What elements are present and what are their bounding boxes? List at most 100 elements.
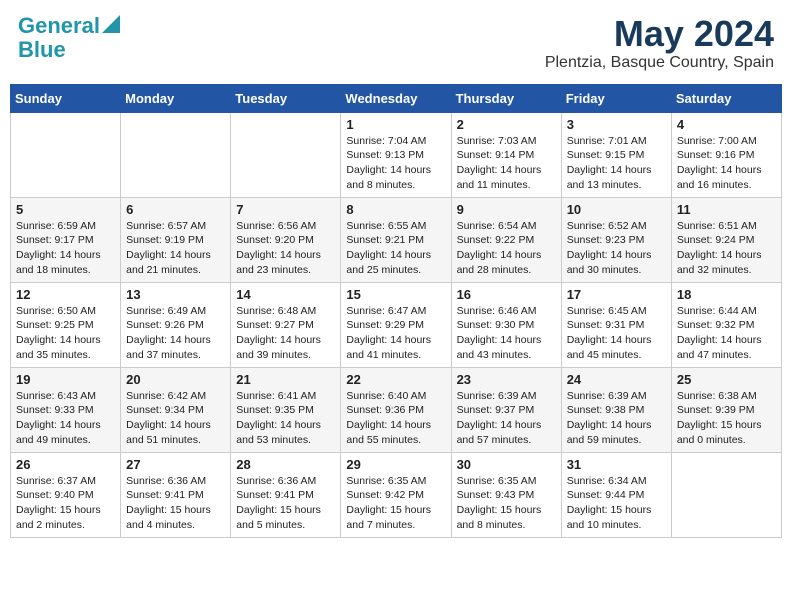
cell-info: Sunrise: 7:03 AMSunset: 9:14 PMDaylight:… [457,134,556,193]
calendar-cell [121,112,231,197]
calendar-cell: 17 Sunrise: 6:45 AMSunset: 9:31 PMDayligh… [561,282,671,367]
day-number: 15 [346,287,445,302]
cell-info: Sunrise: 6:43 AMSunset: 9:33 PMDaylight:… [16,389,115,448]
day-number: 17 [567,287,666,302]
logo-icon [102,15,120,33]
cell-info: Sunrise: 6:36 AMSunset: 9:41 PMDaylight:… [236,474,335,533]
cell-info: Sunrise: 6:35 AMSunset: 9:42 PMDaylight:… [346,474,445,533]
calendar-week-row: 12Sunrise: 6:50 AMSunset: 9:25 PMDayligh… [11,282,782,367]
calendar-cell: 27 Sunrise: 6:36 AMSunset: 9:41 PMDayligh… [121,452,231,537]
calendar-header-row: SundayMondayTuesdayWednesdayThursdayFrid… [11,84,782,112]
cell-info: Sunrise: 6:48 AMSunset: 9:27 PMDaylight:… [236,304,335,363]
calendar-cell: 12Sunrise: 6:50 AMSunset: 9:25 PMDayligh… [11,282,121,367]
cell-info: Sunrise: 6:49 AMSunset: 9:26 PMDaylight:… [126,304,225,363]
calendar-cell: 29 Sunrise: 6:35 AMSunset: 9:42 PMDayligh… [341,452,451,537]
cell-info: Sunrise: 6:47 AMSunset: 9:29 PMDaylight:… [346,304,445,363]
cell-info: Sunrise: 6:39 AMSunset: 9:38 PMDaylight:… [567,389,666,448]
cell-info: Sunrise: 7:01 AMSunset: 9:15 PMDaylight:… [567,134,666,193]
calendar-cell [671,452,781,537]
day-number: 23 [457,372,556,387]
cell-info: Sunrise: 6:35 AMSunset: 9:43 PMDaylight:… [457,474,556,533]
cell-info: Sunrise: 6:36 AMSunset: 9:41 PMDaylight:… [126,474,225,533]
day-number: 27 [126,457,225,472]
cell-info: Sunrise: 6:52 AMSunset: 9:23 PMDaylight:… [567,219,666,278]
calendar-cell: 3 Sunrise: 7:01 AMSunset: 9:15 PMDaylight… [561,112,671,197]
header-monday: Monday [121,84,231,112]
calendar-cell: 11 Sunrise: 6:51 AMSunset: 9:24 PMDayligh… [671,197,781,282]
day-number: 3 [567,117,666,132]
calendar-cell: 26 Sunrise: 6:37 AMSunset: 9:40 PMDayligh… [11,452,121,537]
calendar-cell: 1Sunrise: 7:04 AMSunset: 9:13 PMDaylight… [341,112,451,197]
cell-info: Sunrise: 6:46 AMSunset: 9:30 PMDaylight:… [457,304,556,363]
day-number: 19 [16,372,115,387]
header-saturday: Saturday [671,84,781,112]
day-number: 22 [346,372,445,387]
day-number: 6 [126,202,225,217]
calendar-cell: 23 Sunrise: 6:39 AMSunset: 9:37 PMDayligh… [451,367,561,452]
cell-info: Sunrise: 6:45 AMSunset: 9:31 PMDaylight:… [567,304,666,363]
calendar-cell: 6Sunrise: 6:57 AMSunset: 9:19 PMDaylight… [121,197,231,282]
calendar-cell: 4Sunrise: 7:00 AMSunset: 9:16 PMDaylight… [671,112,781,197]
cell-info: Sunrise: 6:55 AMSunset: 9:21 PMDaylight:… [346,219,445,278]
calendar-cell: 30 Sunrise: 6:35 AMSunset: 9:43 PMDayligh… [451,452,561,537]
calendar-cell: 10Sunrise: 6:52 AMSunset: 9:23 PMDayligh… [561,197,671,282]
cell-info: Sunrise: 6:34 AMSunset: 9:44 PMDaylight:… [567,474,666,533]
location-title: Plentzia, Basque Country, Spain [545,54,774,72]
calendar-week-row: 26 Sunrise: 6:37 AMSunset: 9:40 PMDayligh… [11,452,782,537]
header-sunday: Sunday [11,84,121,112]
logo-text-general: General [18,14,100,38]
logo: General Blue [18,14,120,62]
calendar-cell: 15 Sunrise: 6:47 AMSunset: 9:29 PMDayligh… [341,282,451,367]
cell-info: Sunrise: 6:51 AMSunset: 9:24 PMDaylight:… [677,219,776,278]
calendar-cell: 16Sunrise: 6:46 AMSunset: 9:30 PMDayligh… [451,282,561,367]
header-friday: Friday [561,84,671,112]
page-header: General Blue May 2024 Plentzia, Basque C… [10,10,782,76]
day-number: 7 [236,202,335,217]
day-number: 18 [677,287,776,302]
day-number: 29 [346,457,445,472]
calendar-cell: 2 Sunrise: 7:03 AMSunset: 9:14 PMDaylight… [451,112,561,197]
calendar-cell: 5Sunrise: 6:59 AMSunset: 9:17 PMDaylight… [11,197,121,282]
cell-info: Sunrise: 6:37 AMSunset: 9:40 PMDaylight:… [16,474,115,533]
month-title: May 2024 [545,14,774,54]
cell-info: Sunrise: 6:54 AMSunset: 9:22 PMDaylight:… [457,219,556,278]
day-number: 30 [457,457,556,472]
logo-text-blue: Blue [18,37,66,62]
calendar-cell: 18 Sunrise: 6:44 AMSunset: 9:32 PMDayligh… [671,282,781,367]
calendar-cell: 21 Sunrise: 6:41 AMSunset: 9:35 PMDayligh… [231,367,341,452]
title-area: May 2024 Plentzia, Basque Country, Spain [545,14,774,72]
day-number: 12 [16,287,115,302]
calendar-cell [11,112,121,197]
day-number: 28 [236,457,335,472]
day-number: 24 [567,372,666,387]
day-number: 9 [457,202,556,217]
day-number: 13 [126,287,225,302]
calendar-cell: 8 Sunrise: 6:55 AMSunset: 9:21 PMDaylight… [341,197,451,282]
day-number: 14 [236,287,335,302]
calendar-cell [231,112,341,197]
cell-info: Sunrise: 6:41 AMSunset: 9:35 PMDaylight:… [236,389,335,448]
day-number: 2 [457,117,556,132]
calendar-cell: 20Sunrise: 6:42 AMSunset: 9:34 PMDayligh… [121,367,231,452]
day-number: 26 [16,457,115,472]
day-number: 8 [346,202,445,217]
calendar-cell: 9 Sunrise: 6:54 AMSunset: 9:22 PMDaylight… [451,197,561,282]
calendar-cell: 25Sunrise: 6:38 AMSunset: 9:39 PMDayligh… [671,367,781,452]
calendar-week-row: 5Sunrise: 6:59 AMSunset: 9:17 PMDaylight… [11,197,782,282]
day-number: 5 [16,202,115,217]
calendar-week-row: 19 Sunrise: 6:43 AMSunset: 9:33 PMDayligh… [11,367,782,452]
header-wednesday: Wednesday [341,84,451,112]
calendar-cell: 14 Sunrise: 6:48 AMSunset: 9:27 PMDayligh… [231,282,341,367]
cell-info: Sunrise: 6:40 AMSunset: 9:36 PMDaylight:… [346,389,445,448]
day-number: 31 [567,457,666,472]
calendar-cell: 24 Sunrise: 6:39 AMSunset: 9:38 PMDayligh… [561,367,671,452]
cell-info: Sunrise: 6:44 AMSunset: 9:32 PMDaylight:… [677,304,776,363]
calendar-cell: 19 Sunrise: 6:43 AMSunset: 9:33 PMDayligh… [11,367,121,452]
header-thursday: Thursday [451,84,561,112]
day-number: 11 [677,202,776,217]
cell-info: Sunrise: 6:39 AMSunset: 9:37 PMDaylight:… [457,389,556,448]
calendar-cell: 13 Sunrise: 6:49 AMSunset: 9:26 PMDayligh… [121,282,231,367]
day-number: 21 [236,372,335,387]
day-number: 25 [677,372,776,387]
cell-info: Sunrise: 7:00 AMSunset: 9:16 PMDaylight:… [677,134,776,193]
